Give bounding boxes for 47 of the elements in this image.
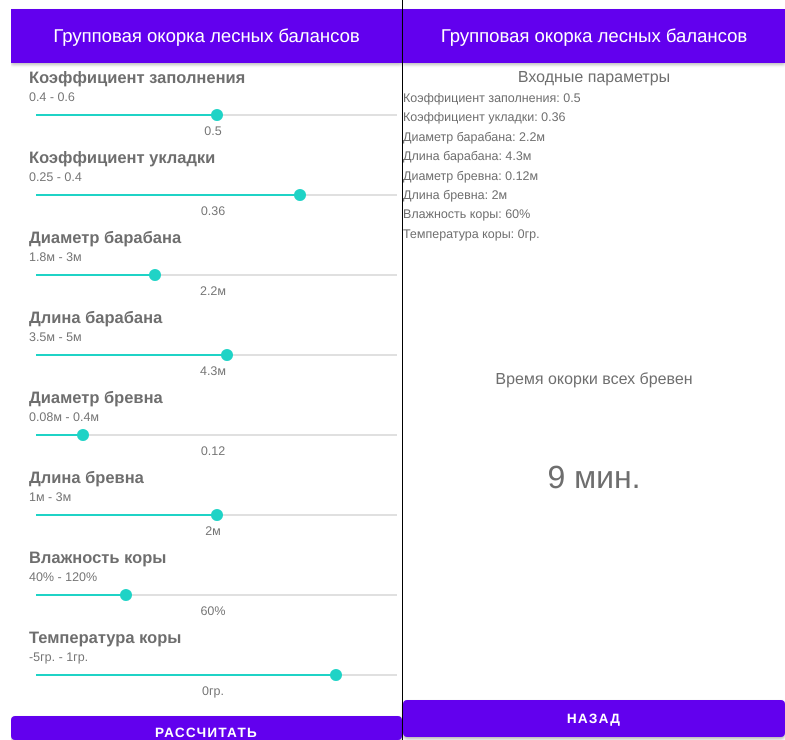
slider-label: Коэффициент укладки bbox=[29, 148, 216, 168]
slider-thumb[interactable] bbox=[210, 109, 222, 121]
parameter-line: Температура коры: 0гр. bbox=[403, 226, 540, 243]
app-bar-title: Групповая окорка лесных балансов bbox=[440, 25, 748, 47]
parameter-line: Длина бревна: 2м bbox=[403, 187, 508, 204]
parameter-line: Диаметр бревна: 0.12м bbox=[403, 168, 538, 185]
slider-label: Температура коры bbox=[29, 628, 182, 648]
slider-value: 0.36 bbox=[200, 204, 226, 219]
parameter-line: Коэффициент заполнения: 0.5 bbox=[403, 90, 581, 107]
parameter-line: Длина барабана: 4.3м bbox=[403, 148, 532, 166]
slider-label: Длина барабана bbox=[29, 308, 162, 328]
slider-range: 0.25 - 0.4 bbox=[29, 169, 82, 185]
app-bar-title: Групповая окорка лесных балансов bbox=[53, 25, 360, 47]
slider-value: 0.12 bbox=[200, 444, 226, 459]
slider-thumb[interactable] bbox=[149, 269, 162, 281]
slider-thumb[interactable] bbox=[76, 429, 89, 441]
back-button[interactable]: НАЗАД bbox=[403, 700, 785, 737]
slider-range: 1.8м - 3м bbox=[29, 249, 82, 265]
slider-range: 0.4 - 0.6 bbox=[29, 89, 75, 105]
slider-label: Влажность коры bbox=[29, 548, 166, 568]
slider-value: 60% bbox=[200, 604, 226, 619]
slider-thumb[interactable] bbox=[120, 589, 132, 601]
slider-value: 4.3м bbox=[200, 364, 226, 379]
slider-value: 2м bbox=[205, 524, 221, 539]
calculate-button[interactable]: РАССЧИТАТЬ bbox=[11, 716, 402, 740]
slider-thumb[interactable] bbox=[294, 189, 306, 201]
slider-value: 0.5 bbox=[204, 124, 222, 139]
slider-range: 0.08м - 0.4м bbox=[29, 409, 100, 425]
slider-range: -5гр. - 1гр. bbox=[29, 649, 88, 665]
slider-label: Диаметр барабана bbox=[29, 228, 182, 248]
result-label: Время окорки всех бревен bbox=[495, 371, 693, 390]
slider-range: 3.5м - 5м bbox=[29, 329, 82, 345]
parameter-line: Коэффициент укладки: 0.36 bbox=[403, 109, 566, 126]
slider-thumb[interactable] bbox=[221, 349, 234, 361]
slider-range: 40% - 120% bbox=[29, 569, 98, 585]
section-heading: Входные параметры bbox=[518, 68, 670, 88]
parameter-line: Диаметр барабана: 2.2м bbox=[403, 128, 546, 146]
slider-thumb[interactable] bbox=[330, 669, 342, 681]
slider-label: Диаметр бревна bbox=[29, 388, 163, 408]
slider-value: 2.2м bbox=[200, 284, 226, 299]
parameter-line: Влажность коры: 60% bbox=[403, 206, 530, 224]
slider-thumb[interactable] bbox=[210, 509, 222, 521]
result-value: 9 мин. bbox=[547, 459, 641, 496]
slider-label: Длина бревна bbox=[29, 468, 144, 488]
slider-value: 0гр. bbox=[202, 684, 224, 699]
slider-range: 1м - 3м bbox=[29, 489, 72, 505]
slider-label: Коэффициент заполнения bbox=[29, 68, 246, 88]
